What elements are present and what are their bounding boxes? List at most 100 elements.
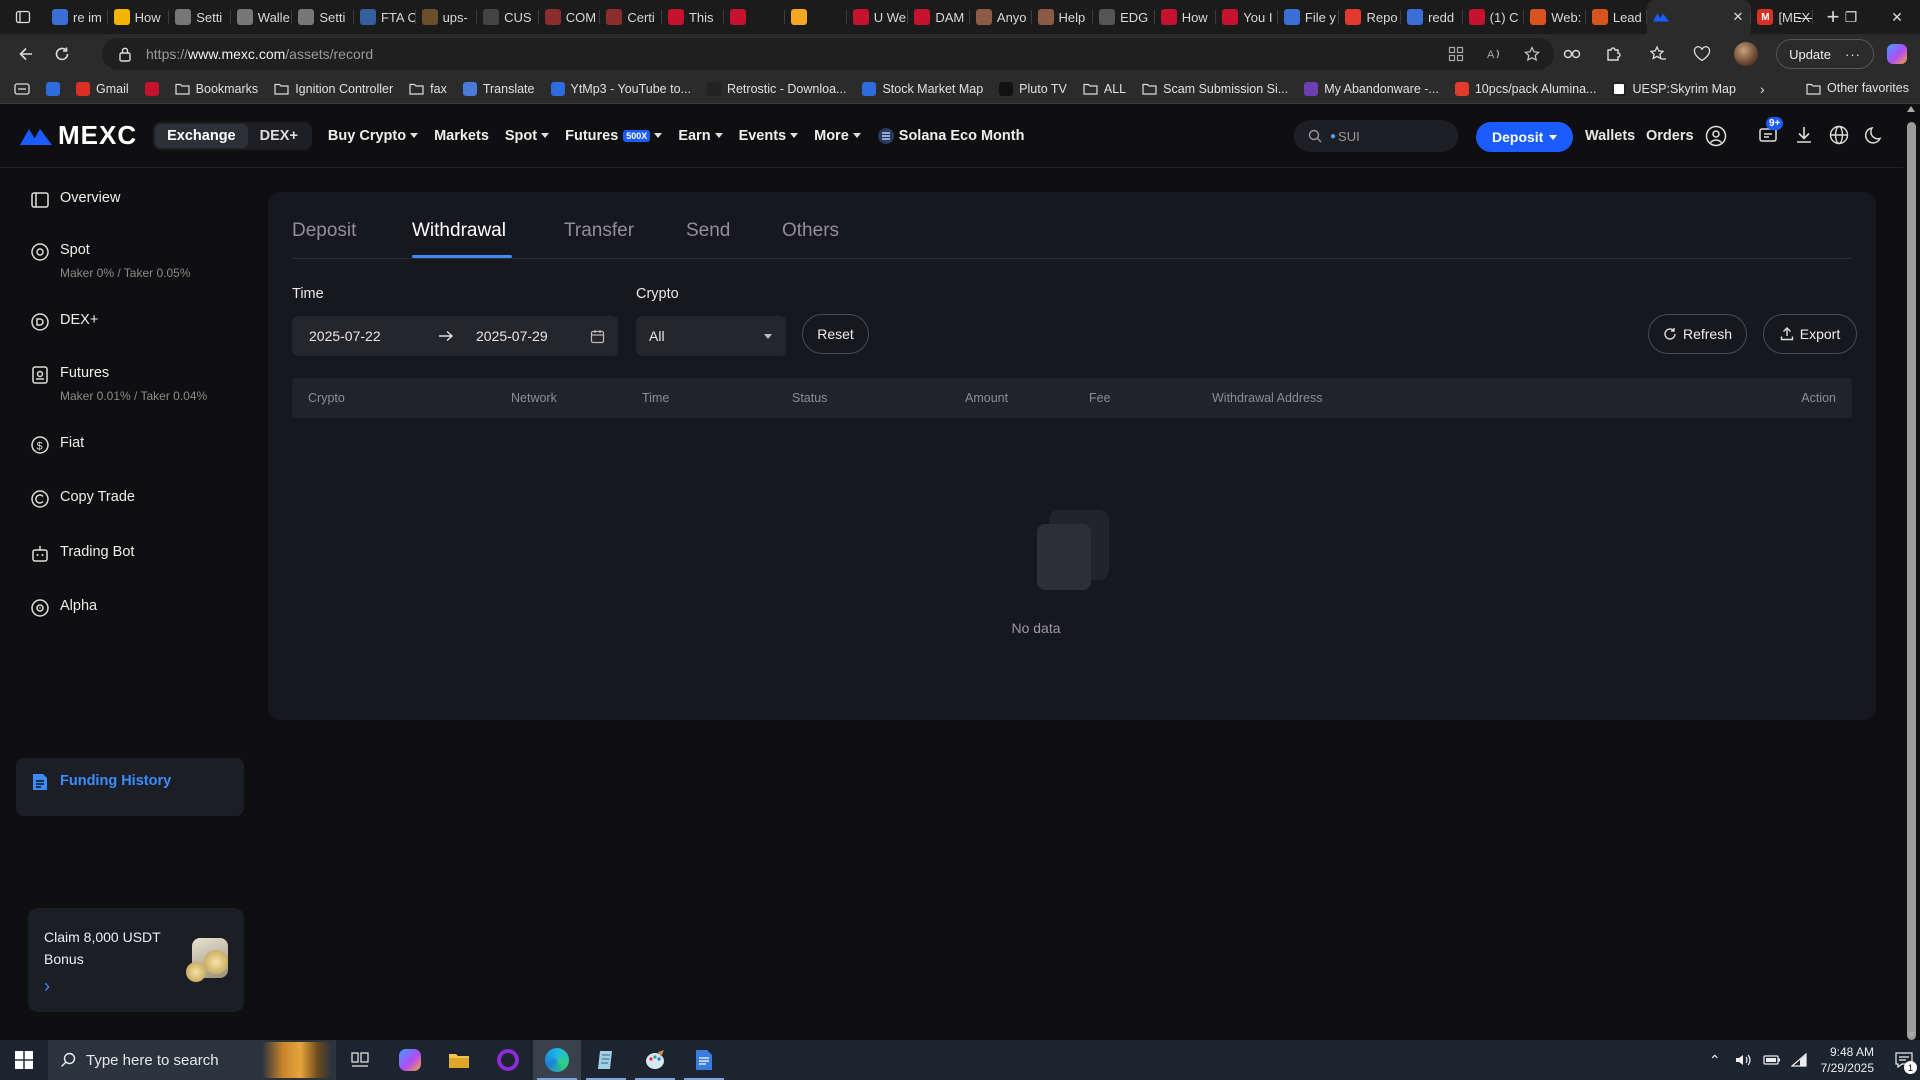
bookmark-item[interactable]: Translate — [462, 81, 535, 96]
tab-send[interactable]: Send — [686, 220, 730, 242]
nav-markets[interactable]: Markets — [434, 128, 489, 144]
browser-tab[interactable]: Web: — [1524, 0, 1586, 34]
orders-link[interactable]: Orders — [1646, 128, 1694, 144]
sidebar-item-fiat[interactable]: $ Fiat — [16, 421, 244, 467]
bookmark-item[interactable]: Bookmarks — [175, 82, 258, 96]
battery-icon[interactable] — [1763, 1054, 1781, 1066]
export-button[interactable]: Export — [1763, 314, 1857, 354]
tab-withdrawal[interactable]: Withdrawal — [412, 220, 506, 242]
bookmark-item[interactable]: Gmail — [76, 81, 129, 96]
bookmarks-overflow-chevron-icon[interactable]: › — [1760, 81, 1765, 97]
favorite-star-icon[interactable] — [1524, 46, 1540, 62]
nav-spot[interactable]: Spot — [505, 128, 550, 144]
tab-deposit[interactable]: Deposit — [292, 220, 356, 242]
bookmark-item[interactable]: Stock Market Map — [862, 81, 983, 96]
download-app-button[interactable] — [1794, 125, 1814, 145]
profile-button[interactable] — [1724, 42, 1768, 66]
site-info-lock-icon[interactable] — [118, 46, 132, 62]
other-favorites-folder[interactable]: Other favorites — [1806, 81, 1909, 95]
browser-tab[interactable]: Lead — [1586, 0, 1648, 34]
claim-bonus-card[interactable]: Claim 8,000 USDT Bonus › — [28, 908, 244, 1012]
taskbar-edge-browser[interactable] — [533, 1040, 581, 1080]
clock[interactable]: 9:48 AM 7/29/2025 — [1821, 1044, 1874, 1076]
browser-tab[interactable]: Help — [1032, 0, 1094, 34]
browser-tab[interactable]: How — [1155, 0, 1217, 34]
volume-icon[interactable] — [1735, 1053, 1751, 1067]
notifications-button[interactable]: 9+ — [1758, 117, 1784, 145]
bookmark-item[interactable]: Retrostic - Downloa... — [706, 81, 846, 96]
sidebar-item-alpha[interactable]: Alpha — [16, 584, 244, 630]
read-aloud-icon[interactable]: A — [1486, 46, 1502, 62]
sidebar-item-dex[interactable]: DEX+ — [16, 298, 244, 344]
taskbar-media-app[interactable] — [484, 1040, 532, 1080]
browser-tab-active[interactable]: ✕ — [1647, 0, 1752, 34]
bookmark-item[interactable]: Scam Submission Si... — [1142, 82, 1288, 96]
header-deposit-button[interactable]: Deposit — [1476, 122, 1574, 152]
date-to-input[interactable]: 2025-07-29 — [476, 328, 548, 344]
bookmark-item[interactable]: Pluto TV — [999, 81, 1067, 96]
taskbar-document-app[interactable] — [680, 1040, 728, 1080]
site-search[interactable]: ● SUI — [1294, 120, 1458, 152]
account-button[interactable] — [1705, 125, 1727, 147]
taskbar-file-explorer[interactable] — [435, 1040, 483, 1080]
dex-segment[interactable]: DEX+ — [248, 124, 310, 148]
browser-tab[interactable]: How — [108, 0, 170, 34]
bookmark-item[interactable]: Ignition Controller — [274, 82, 393, 96]
date-from-input[interactable]: 2025-07-22 — [309, 328, 381, 344]
browser-tab[interactable]: DAM — [908, 0, 970, 34]
browser-tab[interactable]: U We — [847, 0, 909, 34]
browser-tab[interactable]: COM — [539, 0, 601, 34]
minimize-button[interactable]: — — [1782, 0, 1828, 34]
start-button[interactable] — [0, 1040, 48, 1080]
reset-button[interactable]: Reset — [802, 314, 869, 354]
taskbar-search-box[interactable]: Type here to search — [48, 1040, 336, 1080]
browser-tab[interactable]: CUS — [477, 0, 539, 34]
scroll-down-arrow-icon[interactable] — [1907, 1032, 1915, 1038]
crypto-select[interactable]: All — [636, 316, 786, 356]
bookmark-item[interactable]: 10pcs/pack Alumina... — [1454, 81, 1596, 96]
app-available-icon[interactable] — [1448, 46, 1464, 62]
sidebar-item-futures[interactable]: Futures Maker 0.01% / Taker 0.04% — [16, 351, 244, 415]
bookmark-item[interactable]: YtMp3 - YouTube to... — [550, 81, 691, 96]
restore-button[interactable]: ❐ — [1828, 0, 1874, 34]
browser-tab[interactable]: (1) C — [1463, 0, 1525, 34]
nav-more[interactable]: More — [814, 128, 861, 144]
task-view-button[interactable] — [336, 1040, 384, 1080]
sidebar-item-funding-history[interactable]: Funding History — [16, 758, 244, 816]
scroll-up-arrow-icon[interactable] — [1907, 106, 1915, 112]
tab-actions-button[interactable] — [0, 0, 46, 34]
browser-tab[interactable]: EDG — [1093, 0, 1155, 34]
close-window-button[interactable]: ✕ — [1874, 0, 1920, 34]
exchange-segment[interactable]: Exchange — [155, 123, 248, 148]
bookmark-item[interactable] — [144, 81, 159, 96]
bookmarks-sidebar-toggle[interactable] — [14, 82, 30, 96]
copilot-button[interactable] — [1874, 44, 1920, 64]
tab-transfer[interactable]: Transfer — [564, 220, 634, 242]
sidebar-item-trading-bot[interactable]: Trading Bot — [16, 530, 244, 576]
update-button[interactable]: Update ··· — [1776, 39, 1874, 69]
browser-tab[interactable]: This — [662, 0, 724, 34]
page-scrollbar[interactable] — [1903, 104, 1920, 1040]
taskbar-copilot-app[interactable] — [386, 1040, 434, 1080]
taskbar-paint-app[interactable] — [631, 1040, 679, 1080]
bookmark-item[interactable]: My Abandonware -... — [1304, 81, 1439, 96]
refresh-page-button[interactable] — [44, 38, 80, 70]
browser-tab[interactable]: re im — [46, 0, 108, 34]
browser-tab[interactable]: Anyo — [970, 0, 1032, 34]
close-tab-icon[interactable]: ✕ — [1733, 9, 1744, 25]
browser-tab[interactable] — [785, 0, 847, 34]
browser-tab[interactable]: Setti — [292, 0, 354, 34]
browser-tab[interactable]: ups- — [416, 0, 478, 34]
extensions-button[interactable] — [1592, 45, 1636, 63]
browser-tab[interactable]: File y — [1278, 0, 1340, 34]
url-field[interactable]: https://www.mexc.com/assets/record A — [102, 38, 1554, 70]
browser-tab[interactable]: Certi — [600, 0, 662, 34]
browser-tab[interactable]: redd — [1401, 0, 1463, 34]
nav-events[interactable]: Events — [739, 128, 799, 144]
refresh-records-button[interactable]: Refresh — [1648, 314, 1747, 354]
mexc-logo[interactable]: MEXC — [20, 120, 137, 151]
taskbar-notes-app[interactable] — [582, 1040, 630, 1080]
wifi-icon[interactable] — [1790, 1053, 1807, 1067]
action-center-button[interactable]: 1 — [1888, 1040, 1920, 1080]
browser-tab[interactable]: FTA C — [354, 0, 416, 34]
